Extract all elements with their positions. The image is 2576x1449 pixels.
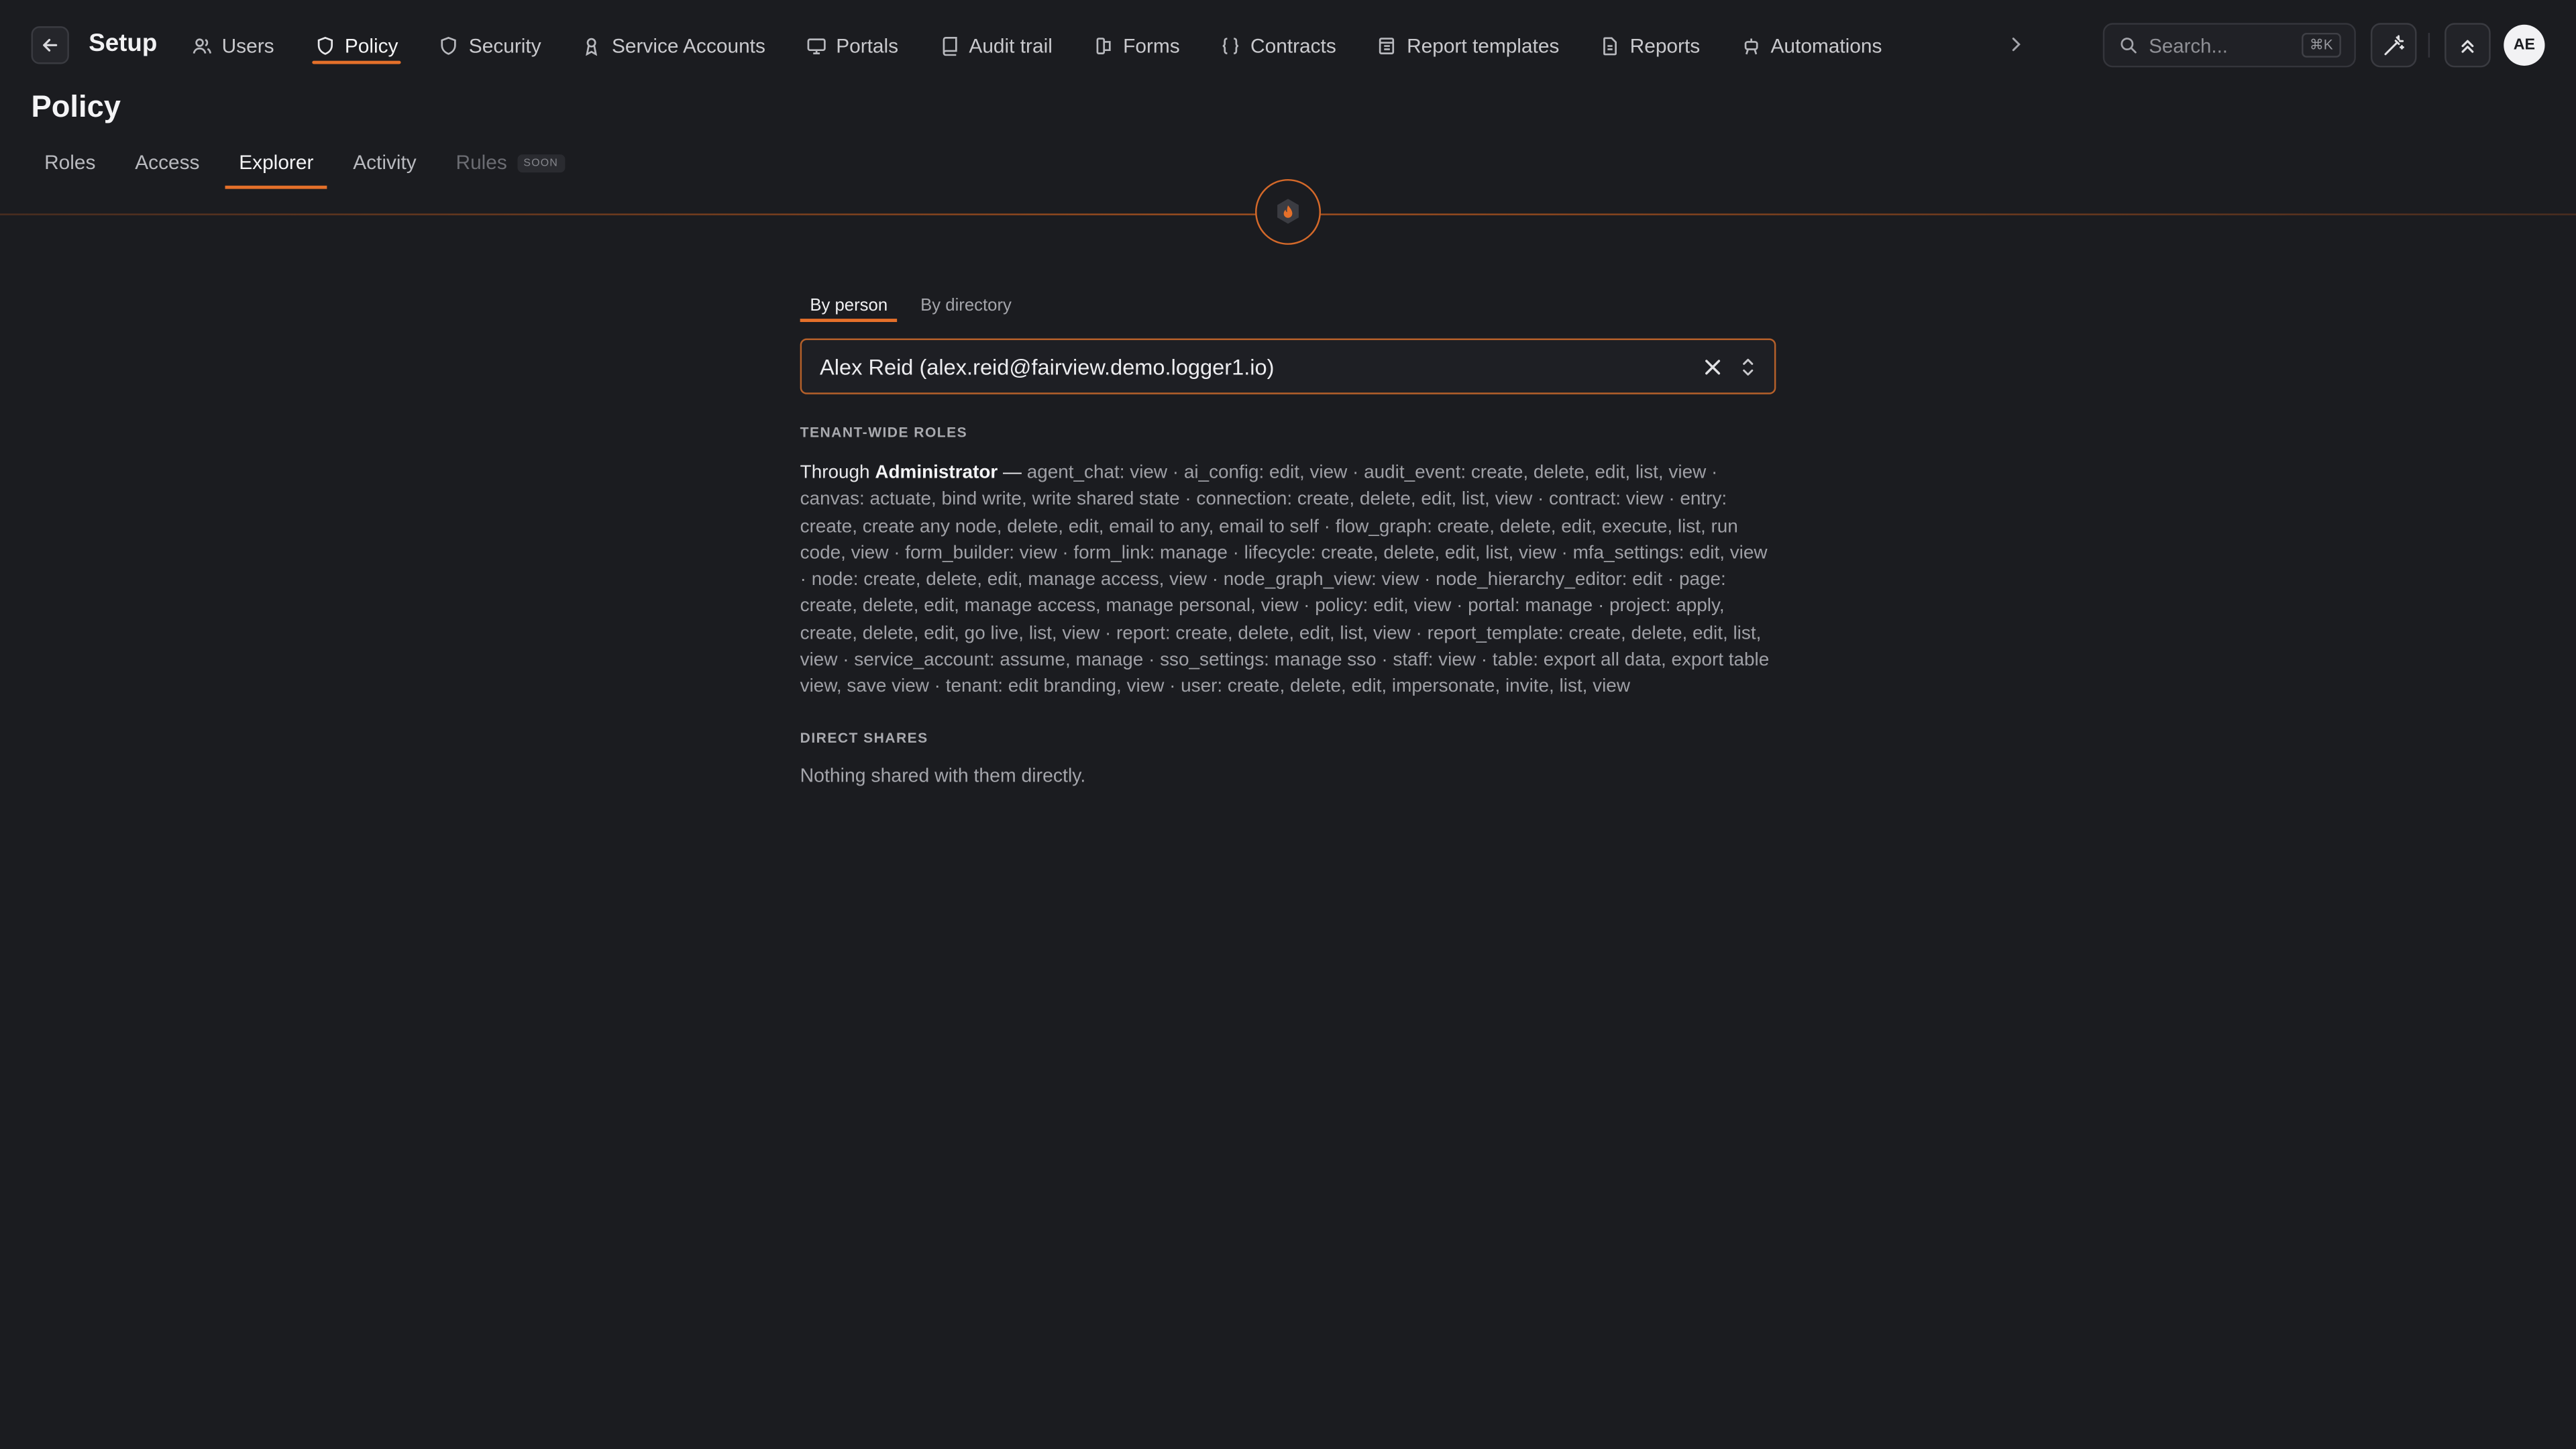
nav-item-portals[interactable]: Portals <box>806 0 898 91</box>
monitor-icon <box>807 38 826 54</box>
nav-item-users[interactable]: Users <box>193 0 274 91</box>
nav-item-audit-trail[interactable]: Audit trail <box>939 0 1053 91</box>
file-icon <box>1603 36 1617 55</box>
soon-badge: SOON <box>517 154 565 173</box>
template-icon <box>1379 36 1395 54</box>
braces-icon <box>1222 36 1239 54</box>
tab-by-person[interactable]: By person <box>800 282 898 325</box>
nav-label: Forms <box>1123 34 1180 57</box>
direct-shares-heading: DIRECT SHARES <box>800 729 928 746</box>
role-name: Administrator <box>875 463 998 484</box>
explorer-panel: By person By directory Alex Reid (alex.r… <box>800 282 1776 787</box>
chevrons-up-icon <box>2461 39 2474 52</box>
explorer-mode-tabs: By person By directory <box>800 282 1776 325</box>
users-icon <box>193 38 212 53</box>
chevrons-up-down-icon[interactable] <box>1739 356 1756 378</box>
roles-prefix: Through <box>800 463 870 484</box>
search-shortcut: ⌘K <box>2301 32 2341 58</box>
robot-icon <box>1744 38 1758 54</box>
toolbar-divider <box>2428 32 2430 58</box>
nav-item-security[interactable]: Security <box>439 0 541 91</box>
tab-by-directory[interactable]: By directory <box>910 282 1021 325</box>
tab-access[interactable]: Access <box>135 142 199 191</box>
nav-label: Security <box>468 34 541 57</box>
nav-label: Report templates <box>1407 34 1560 57</box>
roles-separator: — <box>1003 463 1022 484</box>
nav-item-contracts[interactable]: Contracts <box>1221 0 1336 91</box>
form-icon <box>1095 36 1110 54</box>
search-placeholder: Search... <box>2149 34 2228 57</box>
nav-label: Policy <box>344 34 398 57</box>
chevron-right-icon <box>2012 38 2021 52</box>
app-window: Setup Users Policy Security Service Acco… <box>0 0 2576 1449</box>
nav-label: Users <box>221 34 274 57</box>
tab-explorer[interactable]: Explorer <box>225 142 328 191</box>
nav-item-report-templates[interactable]: Report templates <box>1377 0 1559 91</box>
collapse-header-button[interactable] <box>2445 23 2491 68</box>
arrow-left-icon <box>43 38 58 52</box>
nav-label: Automations <box>1770 34 1882 57</box>
search-icon <box>2121 38 2137 54</box>
back-button[interactable] <box>31 26 69 64</box>
main-nav: Users Policy Security Service Accounts P… <box>193 0 1923 91</box>
shield-icon <box>317 36 333 54</box>
nav-label: Audit trail <box>969 34 1053 57</box>
nav-label: Portals <box>836 34 899 57</box>
close-icon[interactable] <box>1702 356 1723 378</box>
tab-rules: Rules SOON <box>456 142 565 191</box>
tab-activity[interactable]: Activity <box>353 142 417 191</box>
book-icon <box>943 36 957 56</box>
hexagon-flame-icon <box>1277 199 1299 224</box>
tenant-roles-heading: TENANT-WIDE ROLES <box>800 423 968 441</box>
nav-label: Contracts <box>1250 34 1336 57</box>
page-tabs: Roles Access Explorer Activity Rules SOO… <box>44 142 604 191</box>
tab-roles[interactable]: Roles <box>44 142 95 191</box>
search-input[interactable]: Search... ⌘K <box>2102 23 2356 68</box>
nav-label: Service Accounts <box>611 34 765 57</box>
top-nav-bar: Setup Users Policy Security Service Acco… <box>0 0 2576 91</box>
service-account-icon <box>586 37 598 56</box>
nav-label: Reports <box>1629 34 1701 57</box>
ai-assist-button[interactable] <box>2370 23 2417 68</box>
nav-scroll-right-button[interactable] <box>2006 33 2025 56</box>
nav-item-policy[interactable]: Policy <box>311 0 401 91</box>
nav-item-forms[interactable]: Forms <box>1093 0 1180 91</box>
shield-icon <box>441 36 457 54</box>
nav-item-service-accounts[interactable]: Service Accounts <box>582 0 765 91</box>
user-avatar[interactable]: AE <box>2504 24 2545 66</box>
permissions-text: agent_chat: view · ai_config: edit, view… <box>800 463 1770 698</box>
nav-item-reports[interactable]: Reports <box>1601 0 1701 91</box>
magic-wand-icon <box>2384 34 2404 55</box>
tenant-roles-list: Through Administrator — agent_chat: view… <box>800 460 1776 701</box>
person-select-value: Alex Reid (alex.reid@fairview.demo.logge… <box>820 354 1275 379</box>
brand-logo <box>1255 178 1321 245</box>
nav-item-automations[interactable]: Automations <box>1741 0 1882 91</box>
person-select[interactable]: Alex Reid (alex.reid@fairview.demo.logge… <box>800 338 1776 394</box>
tab-rules-label: Rules <box>455 151 507 174</box>
app-title: Setup <box>89 30 158 58</box>
direct-shares-empty: Nothing shared with them directly. <box>800 765 1086 788</box>
page-title: Policy <box>31 89 121 123</box>
